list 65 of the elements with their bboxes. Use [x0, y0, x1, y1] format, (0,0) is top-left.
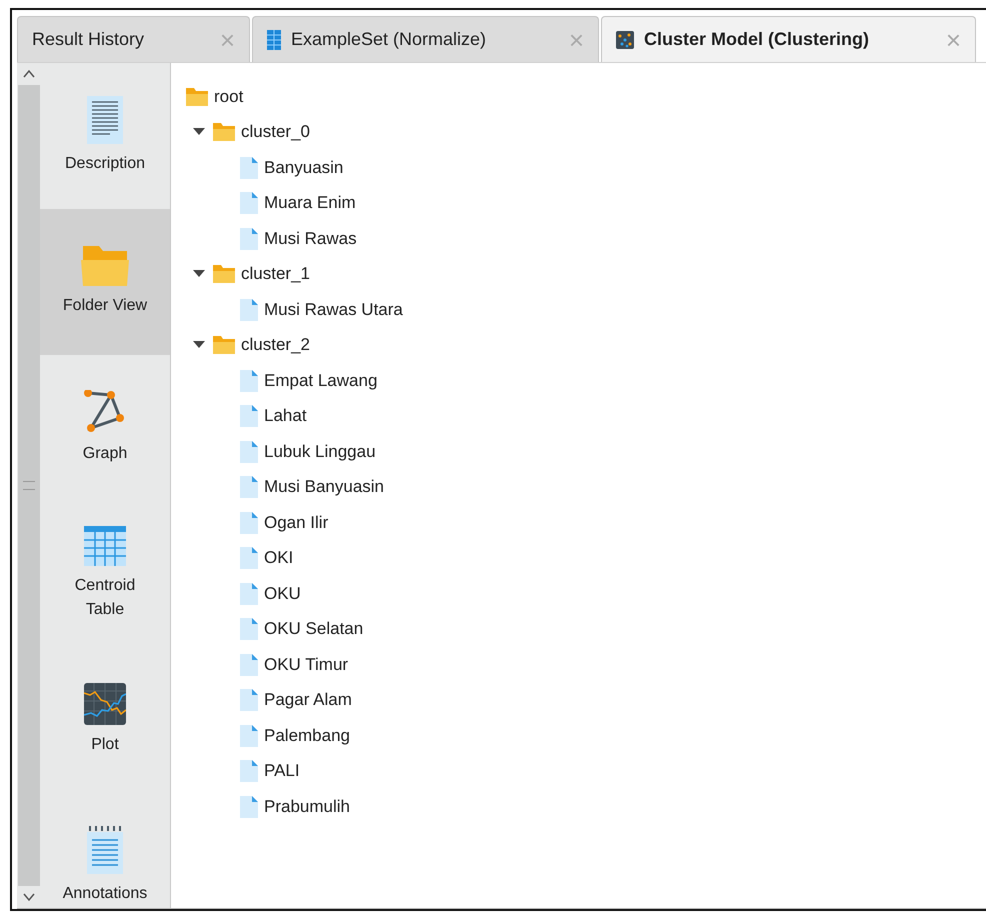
- tree-item-label[interactable]: cluster_0: [241, 122, 310, 142]
- file-icon: [240, 156, 258, 179]
- tree-item-label[interactable]: Prabumulih: [264, 796, 350, 817]
- sidebar-item[interactable]: Graph: [40, 355, 170, 501]
- tree-item-label[interactable]: cluster_2: [241, 335, 310, 356]
- file-icon: [240, 547, 258, 570]
- tab[interactable]: ExampleSet (Normalize) ×: [252, 16, 599, 62]
- sidebar-item[interactable]: Folder View: [40, 209, 170, 355]
- tree-item-label[interactable]: Musi Rawas Utara: [264, 300, 403, 320]
- tree-item-label[interactable]: Musi Banyuasin: [264, 477, 384, 498]
- file-icon: [240, 405, 258, 428]
- file-icon: [240, 582, 258, 605]
- folder-icon: [213, 123, 235, 142]
- file-icon: [240, 760, 258, 782]
- file-icon: [240, 298, 258, 321]
- table-icon: [267, 30, 281, 50]
- file-icon: [240, 370, 258, 392]
- file-icon: [240, 724, 258, 747]
- file-icon: [240, 654, 258, 676]
- folder-icon: [213, 265, 235, 284]
- document-icon: [87, 96, 123, 144]
- sidebar-item[interactable]: Annotations: [40, 793, 170, 908]
- tree-item-label[interactable]: Banyuasin: [264, 158, 344, 178]
- tab[interactable]: Result History ×: [17, 16, 250, 62]
- file-icon: [240, 476, 258, 498]
- tree-item-label[interactable]: Musi Rawas: [264, 228, 357, 249]
- tree-item-label[interactable]: PALI: [264, 761, 300, 782]
- tree-item-label[interactable]: OKU Selatan: [264, 619, 364, 640]
- tree-item-label[interactable]: OKU Timur: [264, 654, 348, 675]
- expand-toggle-icon[interactable]: [191, 340, 207, 350]
- file-icon: [240, 192, 258, 214]
- sidebar-item[interactable]: Plot: [40, 647, 170, 793]
- tree-item-label[interactable]: Palembang: [264, 726, 350, 746]
- file-icon: [240, 440, 258, 463]
- notepad-icon: [87, 826, 123, 874]
- line-plot-icon: [84, 683, 126, 725]
- tab-label: Cluster Model (Clustering): [644, 29, 870, 50]
- folder-icon: [81, 246, 129, 286]
- scatter-icon: [616, 30, 634, 48]
- file-icon: [240, 689, 258, 712]
- tab[interactable]: Cluster Model (Clustering) ×: [601, 16, 976, 62]
- file-icon: [240, 512, 258, 534]
- folder-icon: [213, 336, 235, 354]
- tree-item-label[interactable]: Ogan Ilir: [264, 512, 328, 533]
- table-icon: [84, 526, 126, 566]
- tab-label: ExampleSet (Normalize): [291, 29, 488, 50]
- sidebar-item[interactable]: Centroid Table: [40, 501, 170, 647]
- graph-icon: [83, 390, 127, 434]
- file-icon: [240, 228, 258, 250]
- file-icon: [240, 618, 258, 640]
- tree-item-label[interactable]: OKI: [264, 548, 294, 568]
- sidebar-item[interactable]: Description: [40, 63, 170, 209]
- tree-item-label[interactable]: Lahat: [264, 406, 307, 426]
- folder-icon: [186, 88, 208, 106]
- tree-item-label[interactable]: Muara Enim: [264, 193, 356, 214]
- tree-item-label[interactable]: Pagar Alam: [264, 690, 352, 710]
- expand-toggle-icon[interactable]: [191, 127, 207, 138]
- tree-item-label[interactable]: Empat Lawang: [264, 370, 378, 391]
- tree-item-label[interactable]: Lubuk Linggau: [264, 442, 376, 462]
- tree-item-label[interactable]: OKU: [264, 584, 301, 604]
- expand-toggle-icon[interactable]: [191, 269, 207, 280]
- tab-label: Result History: [32, 29, 146, 50]
- tree-item-label[interactable]: cluster_1: [241, 264, 310, 284]
- file-icon: [240, 796, 258, 818]
- tree-item-label[interactable]: root: [214, 86, 244, 107]
